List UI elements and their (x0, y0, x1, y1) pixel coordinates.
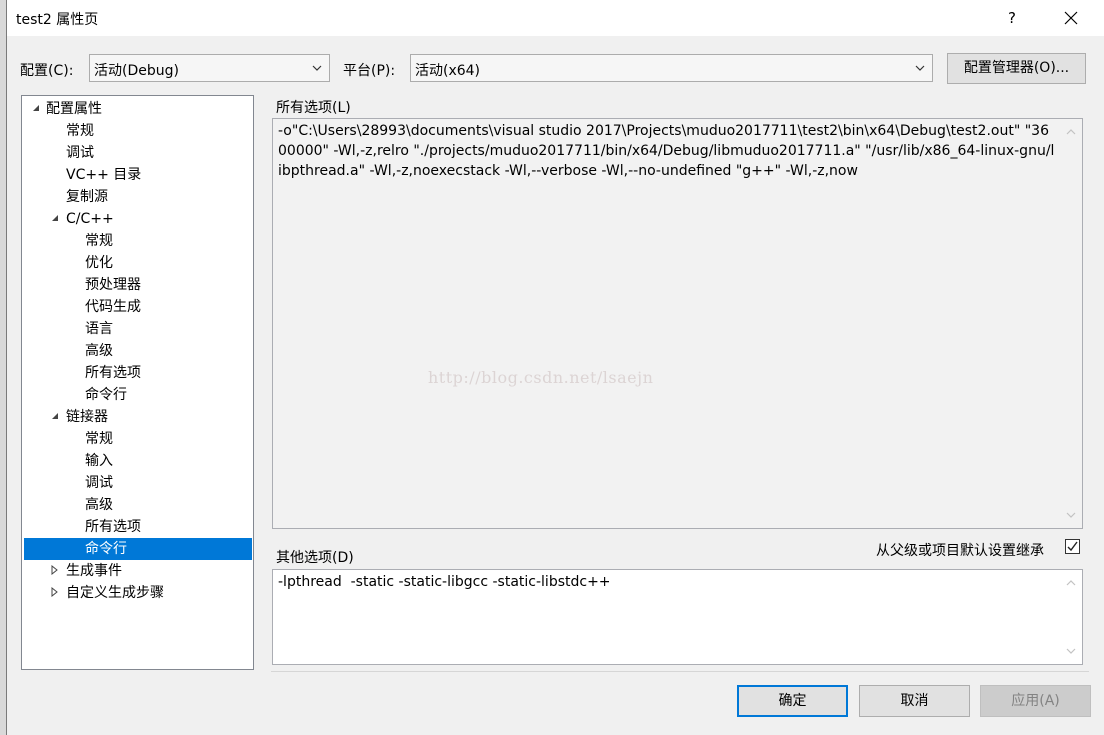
other-options-scrollbar[interactable] (1061, 571, 1081, 663)
tree-item-linker-all-options[interactable]: 所有选项 (85, 516, 141, 538)
chevron-down-icon (312, 65, 322, 71)
apply-button[interactable]: 应用(A) (980, 685, 1091, 717)
tree-item-cpp-preprocessor[interactable]: 预处理器 (85, 274, 141, 296)
tree-item-build-events[interactable]: 生成事件 (66, 560, 122, 582)
platform-select-value: 活动(x64) (415, 63, 481, 79)
tree-item-cpp[interactable]: C/C++ (66, 208, 114, 230)
tree-item-cpp-all-options[interactable]: 所有选项 (85, 362, 141, 384)
checkmark-icon (1067, 541, 1078, 552)
tree-item-cpp-language[interactable]: 语言 (85, 318, 113, 340)
collapsed-triangle-icon[interactable] (50, 587, 60, 597)
watermark: http://blog.csdn.net/lsaejn (428, 368, 654, 387)
tree-item-cpp-optimization[interactable]: 优化 (85, 252, 113, 274)
tree-item-linker-general[interactable]: 常规 (85, 428, 113, 450)
divider (271, 671, 1089, 672)
tree-item-cpp-general[interactable]: 常规 (85, 230, 113, 252)
tree-item-debugging[interactable]: 调试 (66, 142, 94, 164)
tree-item-general[interactable]: 常规 (66, 120, 94, 142)
tree-item-custom-build-step[interactable]: 自定义生成步骤 (66, 582, 164, 604)
tree-item-linker-debugging[interactable]: 调试 (85, 472, 113, 494)
all-options-textbox[interactable]: -o"C:\Users\28993\documents\visual studi… (272, 118, 1083, 529)
tree-item-linker-command-line[interactable]: 命令行 (24, 538, 252, 560)
tree-item-linker[interactable]: 链接器 (66, 406, 108, 428)
scroll-down-icon[interactable] (1066, 648, 1076, 655)
platform-select[interactable]: 活动(x64) (410, 54, 933, 82)
cancel-button[interactable]: 取消 (859, 685, 970, 717)
all-options-label: 所有选项(L) (276, 100, 351, 116)
scroll-up-icon[interactable] (1066, 579, 1076, 586)
window-title: test2 属性页 (16, 12, 99, 28)
all-options-scrollbar[interactable] (1061, 120, 1081, 527)
tree-item-cpp-command-line[interactable]: 命令行 (85, 384, 127, 406)
tree-item-cpp-codegen[interactable]: 代码生成 (85, 296, 141, 318)
chevron-down-icon (915, 65, 925, 71)
close-button[interactable] (1053, 4, 1089, 32)
expanded-triangle-icon[interactable] (31, 103, 41, 113)
tree-item-cpp-advanced[interactable]: 高级 (85, 340, 113, 362)
inherit-label: 从父级或项目默认设置继承 (876, 543, 1044, 559)
tree-item-linker-advanced[interactable]: 高级 (85, 494, 113, 516)
other-options-label: 其他选项(D) (276, 550, 354, 566)
config-manager-button[interactable]: 配置管理器(O)... (947, 53, 1086, 84)
expanded-triangle-icon[interactable] (50, 411, 60, 421)
ok-button[interactable]: 确定 (737, 685, 848, 717)
other-options-text: -lpthread -static -static-libgcc -static… (278, 574, 611, 590)
config-select[interactable]: 活动(Debug) (89, 54, 330, 82)
inherit-checkbox[interactable] (1065, 539, 1080, 554)
config-select-value: 活动(Debug) (94, 63, 179, 79)
expanded-triangle-icon[interactable] (50, 213, 60, 223)
property-tree: 配置属性 常规 调试 VC++ 目录 复制源 C/C++ 常规 优化 预处理器 … (21, 95, 254, 670)
tree-root-config-properties[interactable]: 配置属性 (46, 98, 102, 120)
property-pages-dialog: test2 属性页 ? 配置(C): 活动(Debug) 平台(P): 活动(x… (6, 0, 1104, 735)
help-button[interactable]: ? (997, 4, 1027, 32)
scroll-up-icon[interactable] (1066, 128, 1076, 135)
close-icon (1064, 11, 1078, 25)
all-options-text: -o"C:\Users\28993\documents\visual studi… (278, 123, 1055, 179)
title-bar: test2 属性页 ? (7, 0, 1104, 36)
tree-item-vc-directories[interactable]: VC++ 目录 (66, 164, 141, 186)
other-options-textbox[interactable]: -lpthread -static -static-libgcc -static… (272, 569, 1083, 665)
config-label: 配置(C): (20, 63, 74, 79)
tree-item-copy-sources[interactable]: 复制源 (66, 186, 108, 208)
scroll-down-icon[interactable] (1066, 512, 1076, 519)
platform-label: 平台(P): (343, 63, 396, 79)
tree-item-linker-input[interactable]: 输入 (85, 450, 113, 472)
collapsed-triangle-icon[interactable] (50, 565, 60, 575)
